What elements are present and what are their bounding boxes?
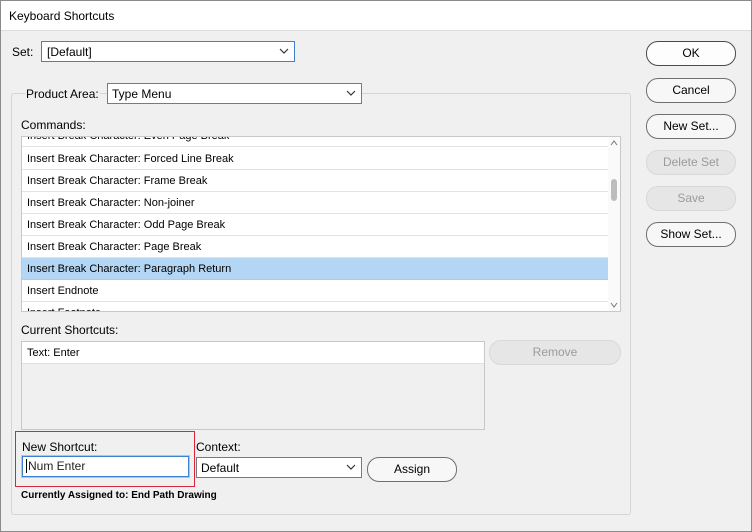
list-item-selected[interactable]: Insert Break Character: Paragraph Return — [22, 258, 610, 280]
new-shortcut-label: New Shortcut: — [22, 440, 98, 454]
title-bar: Keyboard Shortcuts — [0, 0, 752, 31]
context-dropdown[interactable]: Default — [196, 457, 362, 478]
remove-button[interactable]: Remove — [489, 340, 621, 365]
commands-scrollbar[interactable] — [608, 137, 620, 311]
context-value: Default — [201, 461, 240, 475]
product-area-value: Type Menu — [112, 87, 172, 101]
list-item[interactable]: Insert Break Character: Odd Page Break — [22, 214, 610, 236]
scroll-up-icon[interactable] — [609, 139, 619, 147]
current-shortcuts-label: Current Shortcuts: — [21, 323, 119, 337]
list-item[interactable]: Insert Endnote — [22, 280, 610, 302]
product-area-label: Product Area: — [25, 87, 100, 101]
text-caret — [26, 459, 27, 473]
save-button[interactable]: Save — [646, 186, 736, 211]
list-item[interactable]: Insert Break Character: Non-joiner — [22, 192, 610, 214]
list-item[interactable]: Text: Enter — [22, 342, 484, 364]
scroll-down-icon[interactable] — [609, 301, 619, 309]
list-item[interactable]: Insert Break Character: Page Break — [22, 236, 610, 258]
chevron-down-icon — [346, 464, 356, 470]
list-item[interactable]: Insert Footnote — [22, 302, 610, 311]
set-label: Set: — [12, 45, 34, 59]
set-dropdown[interactable]: [Default] — [41, 41, 295, 62]
scrollbar-thumb[interactable] — [611, 179, 617, 201]
new-shortcut-input[interactable]: Num Enter — [21, 455, 190, 478]
cancel-button[interactable]: Cancel — [646, 78, 736, 103]
new-shortcut-value: Num Enter — [28, 459, 86, 473]
commands-label: Commands: — [21, 118, 86, 132]
assign-button[interactable]: Assign — [367, 457, 457, 482]
window-title: Keyboard Shortcuts — [9, 9, 115, 23]
chevron-down-icon — [346, 90, 356, 96]
delete-set-button[interactable]: Delete Set — [646, 150, 736, 175]
new-set-button[interactable]: New Set... — [646, 114, 736, 139]
context-label: Context: — [196, 440, 241, 454]
current-shortcuts-list[interactable]: Text: Enter — [21, 341, 485, 430]
list-item[interactable]: Insert Break Character: Forced Line Brea… — [22, 148, 610, 170]
product-area-dropdown[interactable]: Type Menu — [107, 83, 362, 104]
currently-assigned-text: Currently Assigned to: End Path Drawing — [21, 490, 217, 501]
ok-button[interactable]: OK — [646, 41, 736, 66]
show-set-button[interactable]: Show Set... — [646, 222, 736, 247]
list-item[interactable]: Insert Break Character: Even Page Break — [22, 137, 610, 147]
list-item[interactable]: Insert Break Character: Frame Break — [22, 170, 610, 192]
set-dropdown-value: [Default] — [47, 45, 92, 59]
chevron-down-icon — [279, 48, 289, 54]
commands-list[interactable]: Insert Break Character: Even Page Break … — [21, 136, 621, 312]
